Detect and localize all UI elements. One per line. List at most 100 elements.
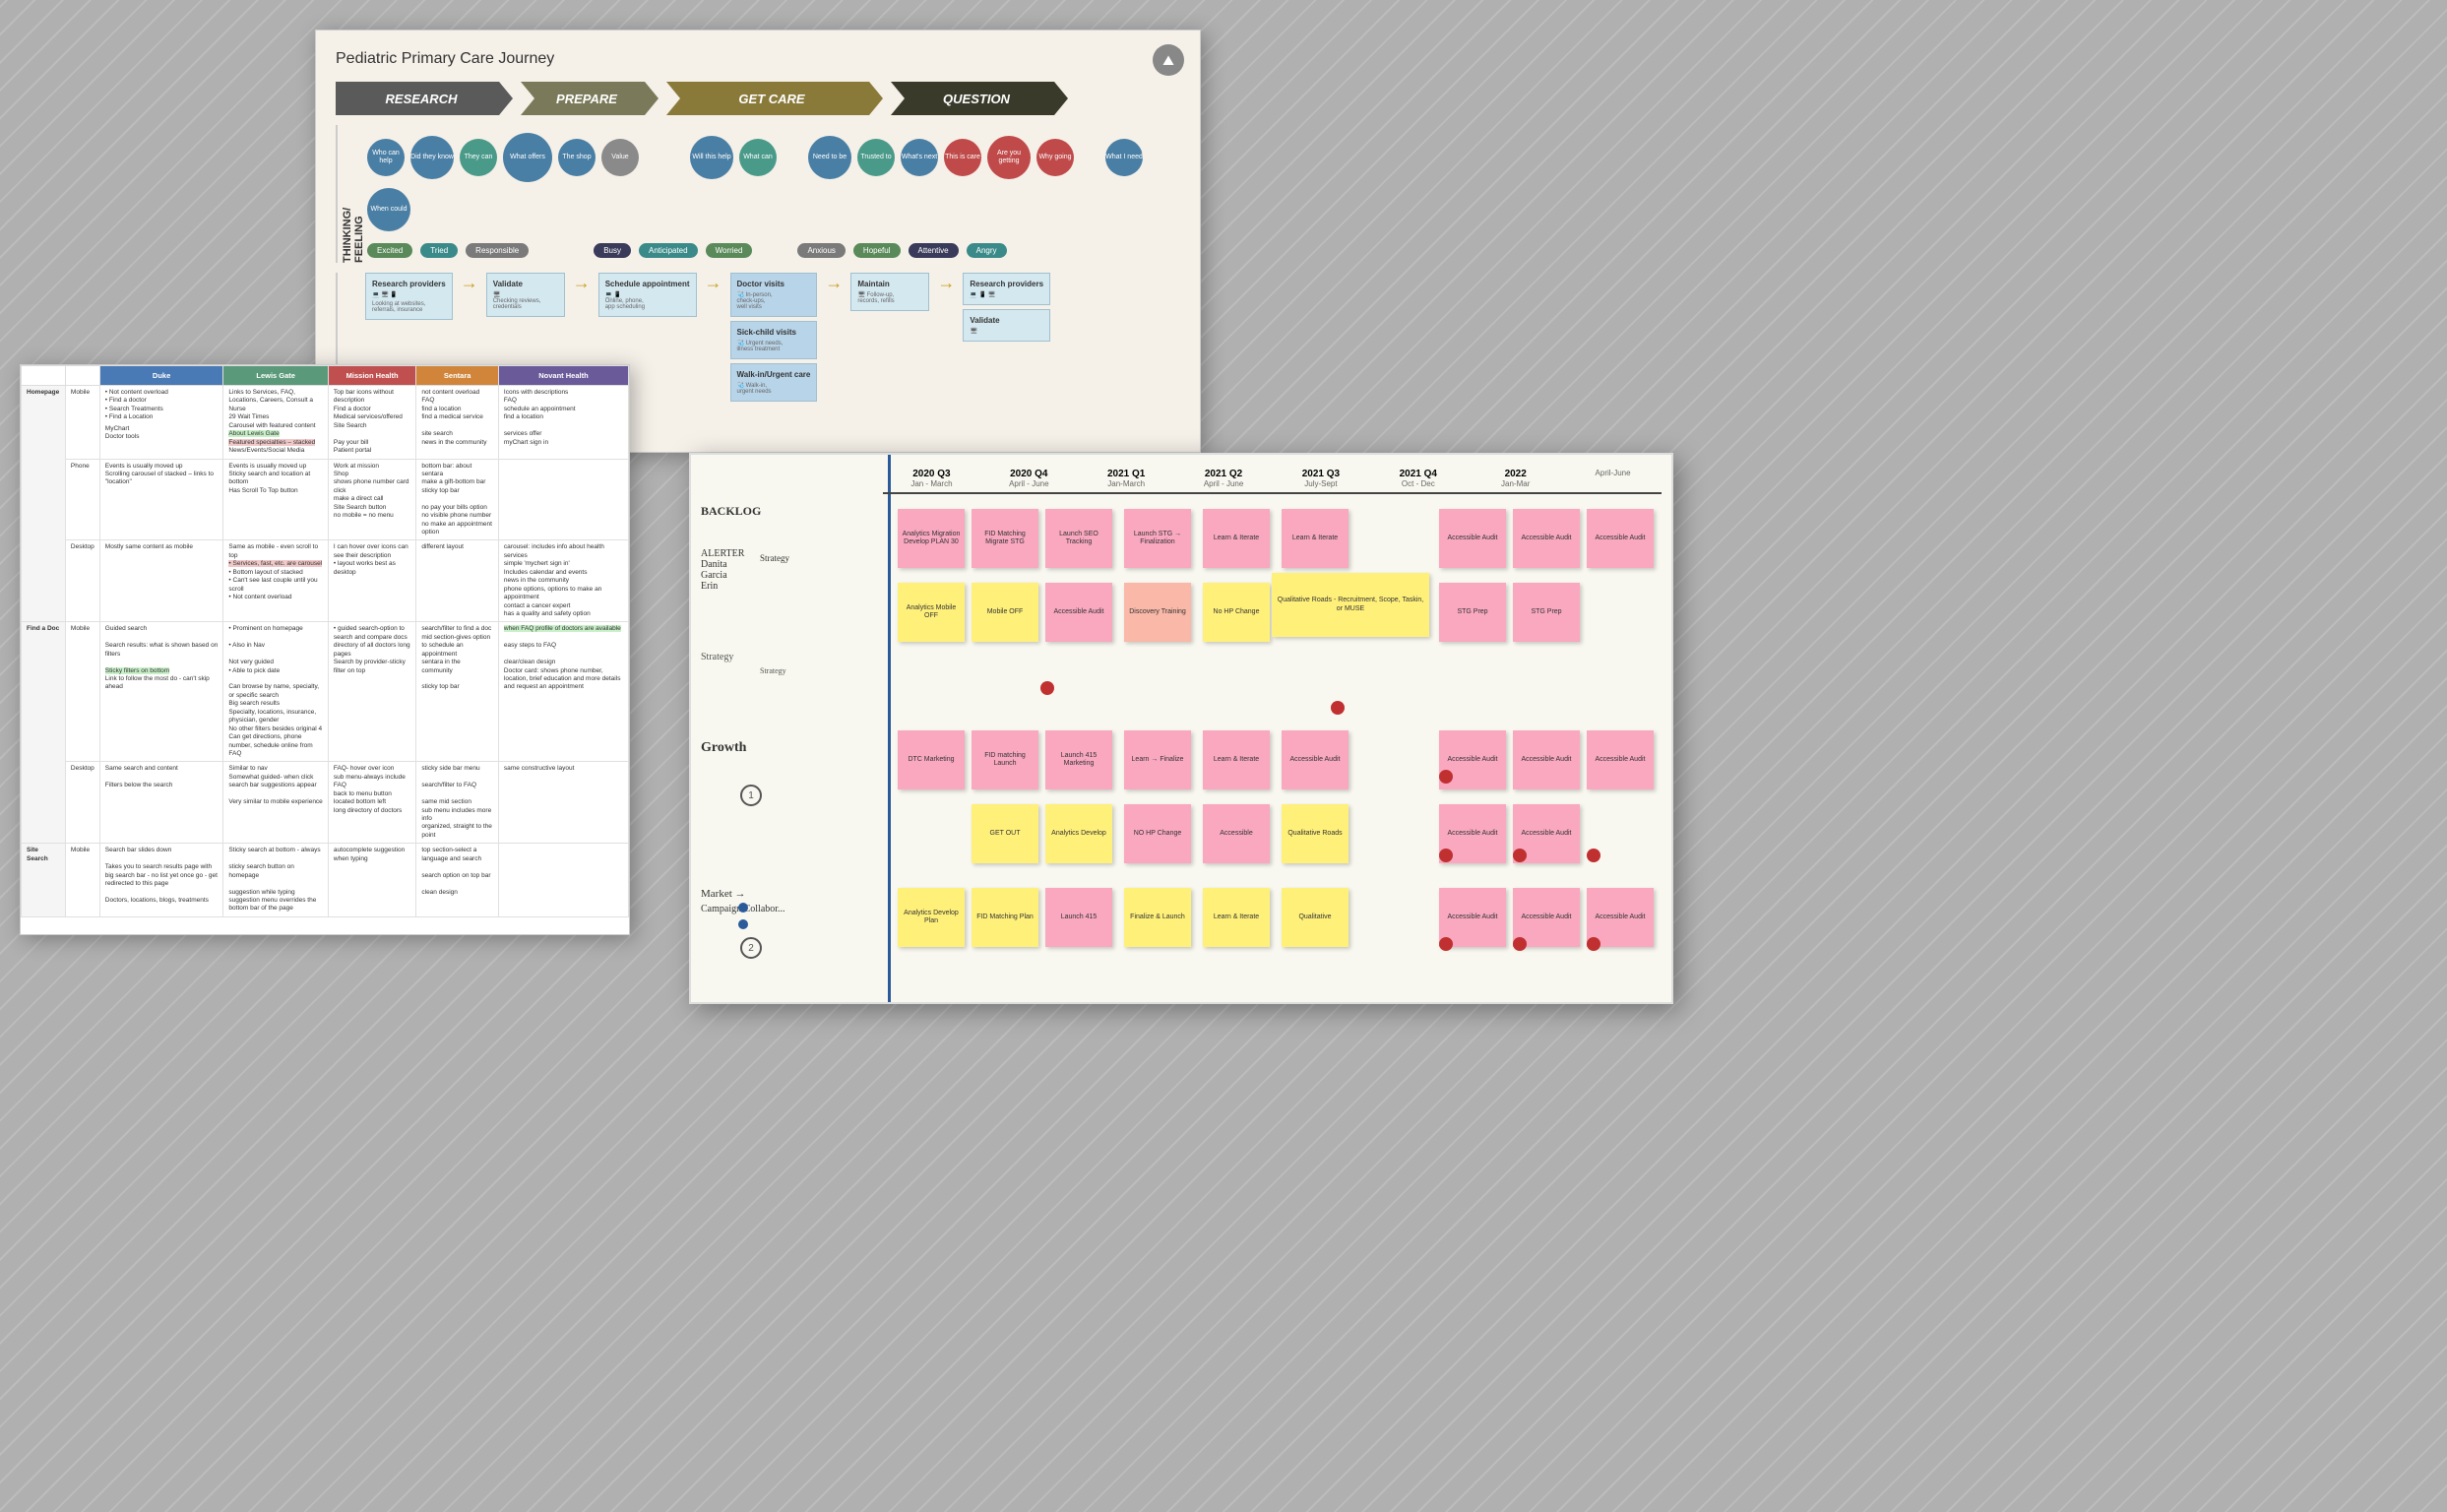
col-header-lewisgate: Lewis Gate xyxy=(223,366,328,386)
sticky-note-21: Learn & Iterate xyxy=(1203,730,1270,789)
flow-arrow-3: → xyxy=(705,273,722,293)
sticky-note-13: Discovery Training xyxy=(1124,583,1191,642)
circle-node: Need to be xyxy=(808,136,851,179)
novant-homepage-phone xyxy=(498,459,628,540)
circle-node: Who can help xyxy=(367,139,405,176)
section-sitesearch: Site Search xyxy=(22,844,66,917)
lewisgate-homepage-mobile: Links to Services, FAQ, Locations, Caree… xyxy=(223,386,328,460)
wb-label-market: Market → xyxy=(701,888,746,900)
sticky-note-34: FID Matching Plan xyxy=(972,888,1038,947)
sticky-note-1: Analytics Migration Develop PLAN 30 xyxy=(898,509,965,568)
flow-node-research-2: Research providers 💻 📱 🖥 Validate 🖥 xyxy=(963,273,1050,342)
missionhealth-homepage-desktop: I can hover over icons can see their des… xyxy=(328,540,415,622)
red-dot-1 xyxy=(1040,681,1054,695)
phase-prepare: PREPARE xyxy=(521,82,659,115)
sentara-findadoc-desktop: sticky side bar menusearch/filter to FAQ… xyxy=(416,762,499,844)
circle-node: What I need xyxy=(1105,139,1143,176)
sentara-homepage-desktop: different layout xyxy=(416,540,499,622)
tag: Hopeful xyxy=(853,243,901,258)
device-phone: Phone xyxy=(65,459,99,540)
duke-homepage-phone: Events is usually moved upScrolling caro… xyxy=(99,459,223,540)
sticky-note-25: Accessible Audit xyxy=(1587,730,1654,789)
sticky-note-qualitative: Qualitative Roads - Recruitment, Scope, … xyxy=(1272,573,1429,637)
sentara-homepage-phone: bottom bar: about sentaramake a gift-bot… xyxy=(416,459,499,540)
red-dot-5 xyxy=(1513,849,1527,862)
circle-node: When could xyxy=(367,188,410,231)
device-mobile-2: Mobile xyxy=(65,622,99,762)
comparison-table: Duke Lewis Gate Mission Health Sentara N… xyxy=(21,365,629,917)
duke-homepage-desktop: Mostly same content as mobile xyxy=(99,540,223,622)
sticky-note-7: Accessible Audit xyxy=(1439,509,1506,568)
device-mobile-3: Mobile xyxy=(65,844,99,917)
col-header-empty xyxy=(22,366,66,386)
sticky-note-19: Launch 415 Marketing xyxy=(1045,730,1112,789)
red-dot-8 xyxy=(1513,937,1527,951)
flow-column-visits: Doctor visits 🩺 In-person,check-ups,well… xyxy=(730,273,818,402)
sentara-sitesearch-mobile: top section-select a language and search… xyxy=(416,844,499,917)
device-desktop-2: Desktop xyxy=(65,762,99,844)
wb-label-strategy: Strategy xyxy=(701,652,733,662)
period-2021q2: 2021 Q2 April - June xyxy=(1175,469,1273,488)
flow-node-validate: Validate 🖥Checking reviews,credentials xyxy=(486,273,565,317)
sticky-note-30: Qualitative Roads xyxy=(1282,804,1349,863)
journey-logo: ⛰ xyxy=(1153,44,1184,76)
col-header-duke: Duke xyxy=(99,366,223,386)
col-header-device xyxy=(65,366,99,386)
missionhealth-findadoc-mobile: • guided search-option to search and com… xyxy=(328,622,415,762)
period-2020q4: 2020 Q4 April - June xyxy=(980,469,1078,488)
tag: Angry xyxy=(967,243,1007,258)
sticky-note-14: No HP Change xyxy=(1203,583,1270,642)
missionhealth-sitesearch-mobile: autocomplete suggestion when typing xyxy=(328,844,415,917)
circle-node: The shop xyxy=(558,139,596,176)
circle-node: This is care xyxy=(944,139,981,176)
missionhealth-homepage-phone: Work at missionShopshows phone number ca… xyxy=(328,459,415,540)
circle-node: Trusted to xyxy=(857,139,895,176)
sticky-note-29: Accessible xyxy=(1203,804,1270,863)
sticky-note-17: DTC Marketing xyxy=(898,730,965,789)
sticky-note-11: Mobile OFF xyxy=(972,583,1038,642)
tag: Excited xyxy=(367,243,412,258)
flow-node-maintain: Maintain 🖥 Follow-up,records, refills xyxy=(850,273,929,311)
novant-findadoc-desktop: same constructive layout xyxy=(498,762,628,844)
wb-circle-1: 1 xyxy=(740,785,762,806)
lewisgate-findadoc-desktop: Similar to navSomewhat guided- when clic… xyxy=(223,762,328,844)
red-dot-3 xyxy=(1439,770,1453,784)
flow-arrow-5: → xyxy=(937,273,955,293)
period-2021q3: 2021 Q3 July-Sept xyxy=(1273,469,1370,488)
sticky-note-5: Learn & Iterate xyxy=(1203,509,1270,568)
phase-research: RESEARCH xyxy=(336,82,513,115)
circle-node: Did they know xyxy=(410,136,454,179)
flow-arrow-2: → xyxy=(573,273,591,293)
col-header-sentara: Sentara xyxy=(416,366,499,386)
sticky-note-12: Accessible Audit xyxy=(1045,583,1112,642)
tag: Anticipated xyxy=(639,243,698,258)
circles-row-1: Who can help Did they know They can What… xyxy=(367,125,1180,239)
novant-homepage-desktop: carousel: includes info about health ser… xyxy=(498,540,628,622)
blue-dot-1 xyxy=(738,903,748,913)
novant-sitesearch-mobile xyxy=(498,844,628,917)
wb-label-alerter: ALERTERDanitaGarciaErin xyxy=(701,548,744,592)
lewisgate-homepage-phone: Events is usually moved upSticky search … xyxy=(223,459,328,540)
lewisgate-homepage-desktop: Same as mobile - even scroll to top • Se… xyxy=(223,540,328,622)
device-desktop-1: Desktop xyxy=(65,540,99,622)
sticky-note-6: Learn & Iterate xyxy=(1282,509,1349,568)
circle-node: Will this help xyxy=(690,136,733,179)
circle-node: Why going xyxy=(1036,139,1074,176)
thinking-feeling-section: THINKING/FEELING Who can help Did they k… xyxy=(336,125,1180,263)
comparison-table-document: Duke Lewis Gate Mission Health Sentara N… xyxy=(20,364,630,935)
circle-node: Are you getting xyxy=(987,136,1031,179)
sticky-note-38: Qualitative xyxy=(1282,888,1349,947)
flow-node-schedule: Schedule appointment 💻 📱Online, phone,ap… xyxy=(598,273,697,317)
missionhealth-findadoc-desktop: FAQ- hover over iconsub menu-always incl… xyxy=(328,762,415,844)
period-2022: 2022 Jan-Mar xyxy=(1467,469,1564,488)
lewisgate-findadoc-mobile: • Prominent on homepage • Also in Nav No… xyxy=(223,622,328,762)
journey-map-title: Pediatric Primary Care Journey xyxy=(336,50,1180,68)
duke-findadoc-desktop: Same search and contentFilters below the… xyxy=(99,762,223,844)
sticky-note-37: Learn & Iterate xyxy=(1203,888,1270,947)
sticky-note-22: Accessible Audit xyxy=(1282,730,1349,789)
circle-node: What offers xyxy=(503,133,552,182)
wb-label-backlog: BACKLOG xyxy=(701,504,761,519)
red-dot-9 xyxy=(1587,937,1600,951)
tag: Anxious xyxy=(797,243,845,258)
lewisgate-sitesearch-mobile: Sticky search at bottom - always sticky … xyxy=(223,844,328,917)
